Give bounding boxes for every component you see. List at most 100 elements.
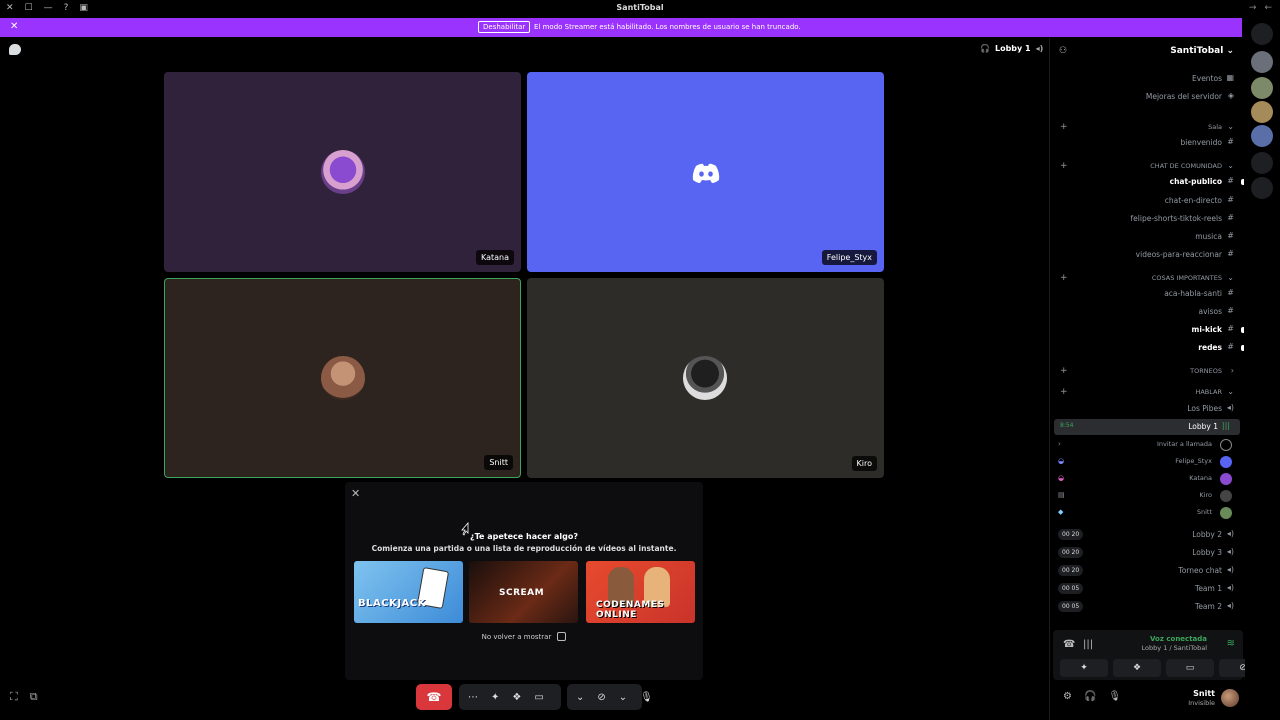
voice-active-icon: ||| xyxy=(1221,421,1230,430)
server-name: SantiTobal ⌄ xyxy=(1170,46,1234,56)
sidebar-item-felipe-shorts[interactable]: felipe-shorts-tiktok-reels # xyxy=(1050,211,1244,227)
add-server-icon[interactable] xyxy=(1251,152,1273,174)
server-icon[interactable] xyxy=(1251,101,1273,123)
voice-user-snitt[interactable]: ◆ Snitt xyxy=(1050,505,1244,521)
call-timer: 8:54 xyxy=(1060,422,1074,429)
sidebar-item-label: Team 1 xyxy=(1195,584,1222,593)
voice-status[interactable]: Voz conectada xyxy=(1150,635,1207,643)
activities-icon[interactable]: ❖ xyxy=(512,692,521,703)
share-screen-icon[interactable]: ▭ xyxy=(534,692,543,703)
mic-chevron-icon[interactable]: ⌄ xyxy=(619,692,627,703)
disconnect-icon[interactable]: ☎ xyxy=(1063,639,1075,650)
sidebar-item-label: mi-kick xyxy=(1191,325,1223,334)
sidebar-item-chat-en-directo[interactable]: chat-en-directo # xyxy=(1050,193,1244,209)
sidebar-item-lobby-3[interactable]: 00 20 Lobby 3 ◂) xyxy=(1050,545,1244,561)
server-icon[interactable] xyxy=(1251,125,1273,147)
disconnect-button[interactable]: ☎ xyxy=(416,684,452,710)
sidebar-item-chat-publico[interactable]: chat-publico # xyxy=(1050,174,1244,190)
microphone-icon[interactable]: 🎙 xyxy=(1108,691,1121,702)
sidebar-item-mi-kick[interactable]: mi-kick # xyxy=(1050,322,1244,338)
participant-name: Snitt xyxy=(484,455,513,470)
sidebar-item-torneo-chat[interactable]: 00 20 Torneo chat ◂) xyxy=(1050,563,1244,579)
close-banner-icon[interactable]: ✕ xyxy=(10,21,18,32)
share-screen-button[interactable]: ▭ xyxy=(1166,659,1214,677)
banner-message: El modo Streamer está habilitado. Los no… xyxy=(534,23,801,31)
video-tile-felipe[interactable]: Felipe_Styx xyxy=(527,72,884,272)
more-options-icon[interactable]: ⋯ xyxy=(468,692,478,703)
headphones-icon[interactable]: 🎧 xyxy=(1084,691,1096,702)
discord-home-icon[interactable] xyxy=(1251,23,1273,45)
voice-user-kiro[interactable]: ▤ Kiro xyxy=(1050,488,1244,504)
sidebar-item-lobby-1[interactable]: 8:54 Lobby 1 ||| xyxy=(1054,419,1240,435)
invite-people-icon[interactable]: ⚇ xyxy=(1059,46,1067,56)
soundboard-button[interactable]: ✦ xyxy=(1060,659,1108,677)
category-torneos[interactable]: + TORNEOS › xyxy=(1050,364,1244,380)
avatar xyxy=(321,150,365,194)
username[interactable]: Snitt xyxy=(1193,689,1215,698)
signal-icon[interactable]: ≋ xyxy=(1227,638,1235,649)
category-sala[interactable]: + Sala ⌄ xyxy=(1050,120,1244,136)
sidebar-item-avisos[interactable]: avisos # xyxy=(1050,304,1244,320)
sidebar-item-mejoras[interactable]: Mejoras del servidor ◈ xyxy=(1050,89,1244,105)
camera-chevron-icon[interactable]: ⌄ xyxy=(576,692,584,703)
close-icon[interactable]: ✕ xyxy=(351,487,360,500)
add-channel-icon[interactable]: + xyxy=(1060,387,1068,397)
add-channel-icon[interactable]: + xyxy=(1060,122,1068,132)
sidebar-item-label: Lobby 3 xyxy=(1192,548,1222,557)
dont-show-again[interactable]: No volver a mostrar xyxy=(345,632,703,641)
server-icon[interactable] xyxy=(1251,51,1273,73)
voice-user-katana[interactable]: ◒ Katana xyxy=(1050,471,1244,487)
sidebar-item-team-2[interactable]: 00 05 Team 2 ◂) xyxy=(1050,599,1244,615)
video-tile-kiro[interactable]: Kiro xyxy=(527,278,884,478)
chat-icon[interactable] xyxy=(9,44,21,55)
settings-icon[interactable]: ⚙ xyxy=(1063,691,1072,702)
sidebar-item-team-1[interactable]: 00 05 Team 1 ◂) xyxy=(1050,581,1244,597)
server-icon[interactable] xyxy=(1251,77,1273,99)
activity-icon: ▤ xyxy=(1058,491,1065,499)
add-channel-icon[interactable]: + xyxy=(1060,161,1068,171)
sidebar-item-label: Los Pibes xyxy=(1187,404,1222,413)
category-cosas-importantes[interactable]: + COSAS IMPORTANTES ⌄ xyxy=(1050,271,1244,287)
fullscreen-icon[interactable]: ⛶ xyxy=(10,690,18,704)
sidebar-item-eventos[interactable]: Eventos ▦ xyxy=(1050,71,1244,87)
sidebar-item-label: chat-publico xyxy=(1169,177,1222,186)
camera-off-icon[interactable]: ⊘ xyxy=(597,692,605,703)
add-channel-icon[interactable]: + xyxy=(1060,366,1068,376)
sidebar-item-aca-habla-santi[interactable]: aca-habla-santi # xyxy=(1050,286,1244,302)
activity-suggestion-panel: ✕ ¿Te apetece hacer algo? Comienza una p… xyxy=(345,482,703,680)
add-channel-icon[interactable]: + xyxy=(1060,273,1068,283)
activities-button[interactable]: ❖ xyxy=(1113,659,1161,677)
sidebar-item-lobby-2[interactable]: 00 20 Lobby 2 ◂) xyxy=(1050,527,1244,543)
dont-show-checkbox[interactable] xyxy=(557,632,567,641)
sidebar-item-label: Invitar a llamada xyxy=(1156,440,1212,448)
noise-suppression-icon[interactable]: ||| xyxy=(1083,639,1093,650)
soundboard-icon[interactable]: ✦ xyxy=(491,692,499,703)
game-card-scream[interactable]: SCREAM xyxy=(469,561,578,623)
controller-icon: ◒ xyxy=(1058,457,1065,465)
participant-name: Katana xyxy=(475,250,514,265)
back-icon[interactable]: ← xyxy=(1264,3,1272,13)
server-header[interactable]: ⚇ SantiTobal ⌄ xyxy=(1050,42,1244,62)
sidebar-item-los-pibes[interactable]: Los Pibes ◂) xyxy=(1050,401,1244,417)
sidebar-item-bienvenido[interactable]: bienvenido # xyxy=(1050,135,1244,151)
avatar xyxy=(321,356,365,400)
microphone-icon[interactable]: 🎙 xyxy=(640,692,653,703)
sidebar-item-redes[interactable]: redes # xyxy=(1050,340,1244,356)
sidebar-item-videos-reaccionar[interactable]: videos-para-reaccionar # xyxy=(1050,247,1244,263)
disable-streamer-button[interactable]: Deshabilitar xyxy=(478,21,531,33)
popout-icon[interactable]: ⧉ xyxy=(30,690,38,704)
speaker-icon: ◂) xyxy=(1226,403,1234,412)
category-hablar[interactable]: + HABLAR ⌄ xyxy=(1050,385,1244,401)
game-card-codenames[interactable]: CODENAMES ONLINE xyxy=(586,561,695,623)
voice-user-felipe[interactable]: ◒ Felipe_Styx xyxy=(1050,454,1244,470)
sidebar-item-musica[interactable]: musica # xyxy=(1050,229,1244,245)
video-tile-katana[interactable]: Katana xyxy=(164,72,521,272)
explore-icon[interactable] xyxy=(1251,177,1273,199)
avatar[interactable] xyxy=(1221,689,1239,707)
game-card-blackjack[interactable]: BLACKJACK xyxy=(354,561,463,623)
category-chat-comunidad[interactable]: + CHAT DE COMUNIDAD ⌄ xyxy=(1050,159,1244,175)
call-actions-group: ⋯ ✦ ❖ ▭ xyxy=(459,684,561,710)
invite-to-call[interactable]: › Invitar a llamada xyxy=(1050,437,1244,453)
video-tile-snitt[interactable]: Snitt xyxy=(164,278,521,478)
forward-icon[interactable]: → xyxy=(1249,3,1257,13)
